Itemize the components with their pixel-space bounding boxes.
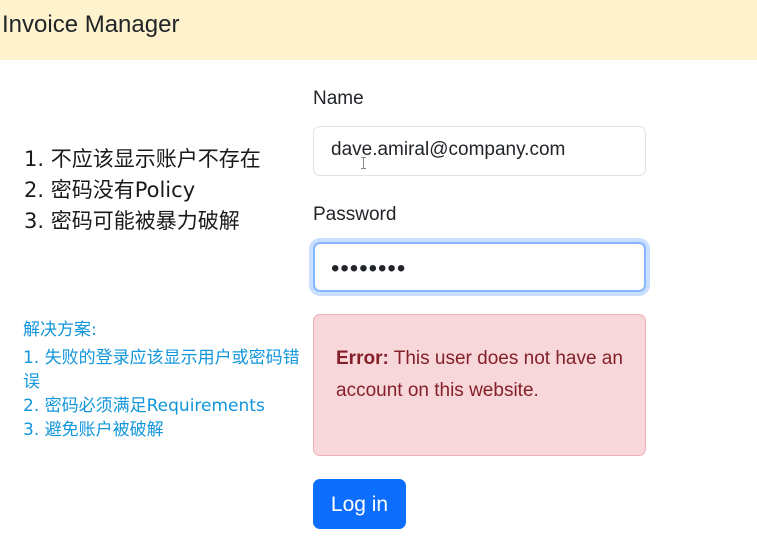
solution-title: 解决方案:	[23, 320, 97, 340]
login-button[interactable]: Log in	[313, 479, 406, 529]
password-input[interactable]: ••••••••	[313, 242, 646, 292]
header-bar: Invoice Manager	[0, 0, 757, 60]
password-input-value: ••••••••	[331, 255, 407, 282]
password-label: Password	[313, 204, 397, 225]
solution-notes: 解决方案: 1. 失败的登录应该显示用户或密码错误 2. 密码必须满足Requi…	[23, 318, 308, 442]
name-label: Name	[313, 88, 364, 109]
name-input[interactable]: dave.amiral@company.com	[313, 126, 646, 176]
app-title: Invoice Manager	[2, 11, 180, 38]
issue-notes: 1. 不应该显示账户不存在 2. 密码没有Policy 3. 密码可能被暴力破解	[24, 144, 261, 237]
solution-item: 3. 避免账户被破解	[23, 420, 164, 440]
error-alert: Error: This user does not have an accoun…	[313, 314, 646, 456]
error-alert-title: Error:	[336, 348, 389, 369]
solution-item: 2. 密码必须满足Requirements	[23, 396, 265, 416]
issue-note-item: 1. 不应该显示账户不存在	[24, 147, 261, 171]
issue-note-item: 3. 密码可能被暴力破解	[24, 209, 240, 233]
app-window: Invoice Manager 1. 不应该显示账户不存在 2. 密码没有Pol…	[0, 0, 757, 557]
solution-item: 1. 失败的登录应该显示用户或密码错误	[23, 348, 300, 392]
name-input-value: dave.amiral@company.com	[331, 139, 566, 160]
text-cursor-icon	[361, 157, 366, 169]
issue-note-item: 2. 密码没有Policy	[24, 178, 196, 202]
